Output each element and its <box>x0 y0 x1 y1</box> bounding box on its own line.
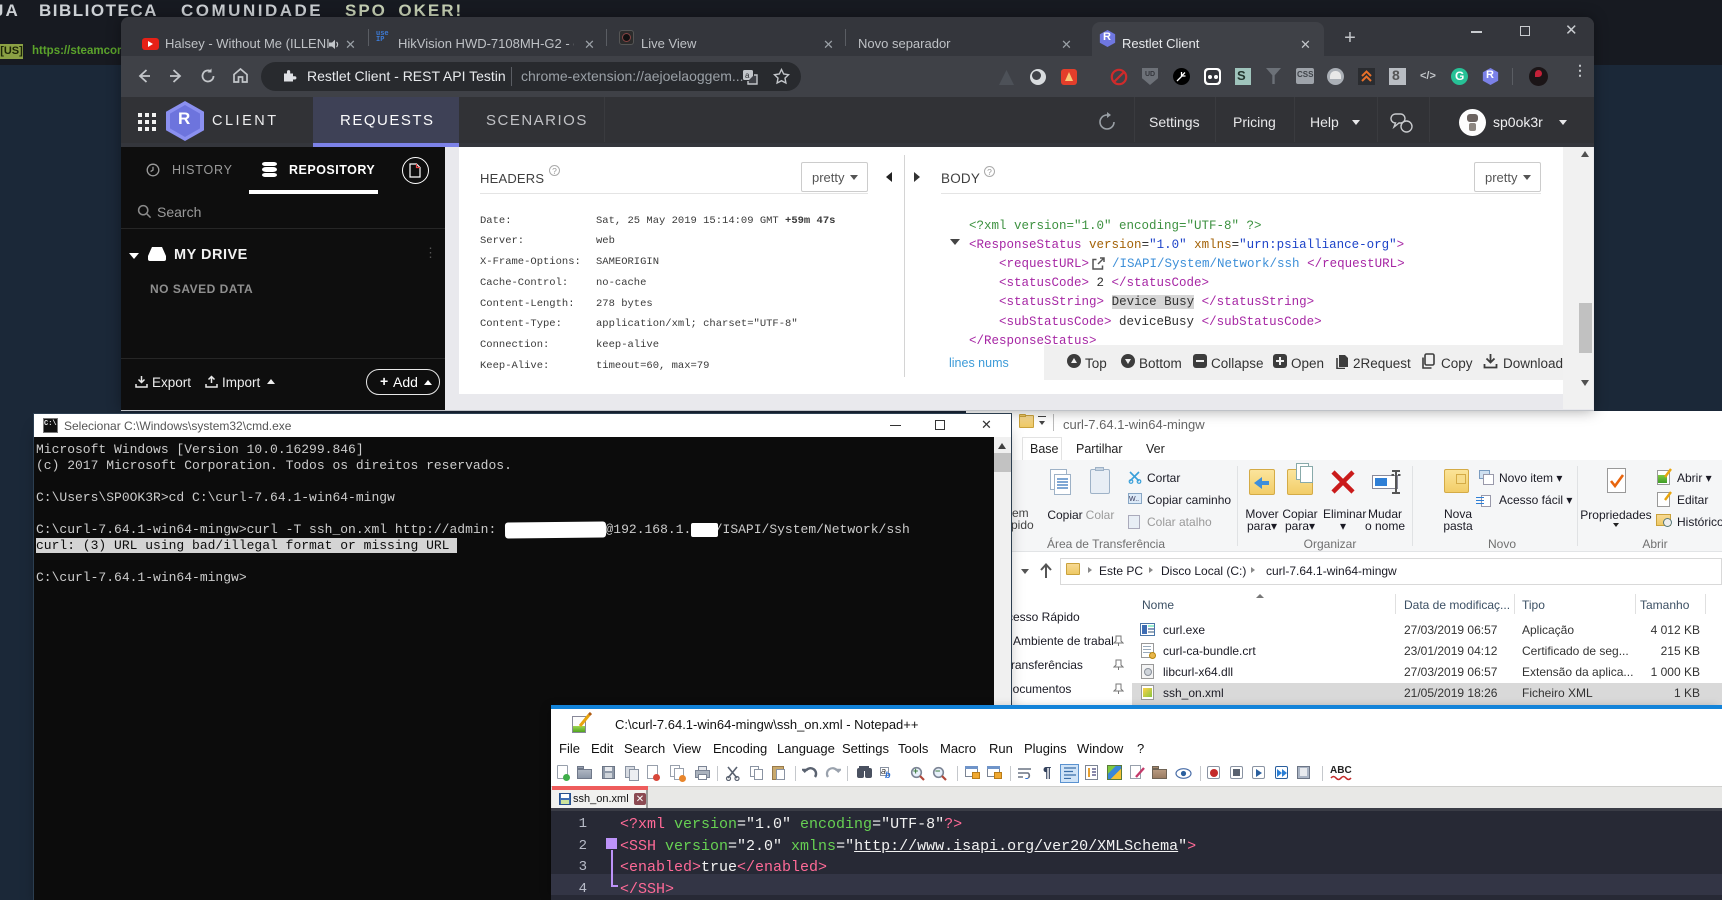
svg-text:a: a <box>745 71 750 80</box>
